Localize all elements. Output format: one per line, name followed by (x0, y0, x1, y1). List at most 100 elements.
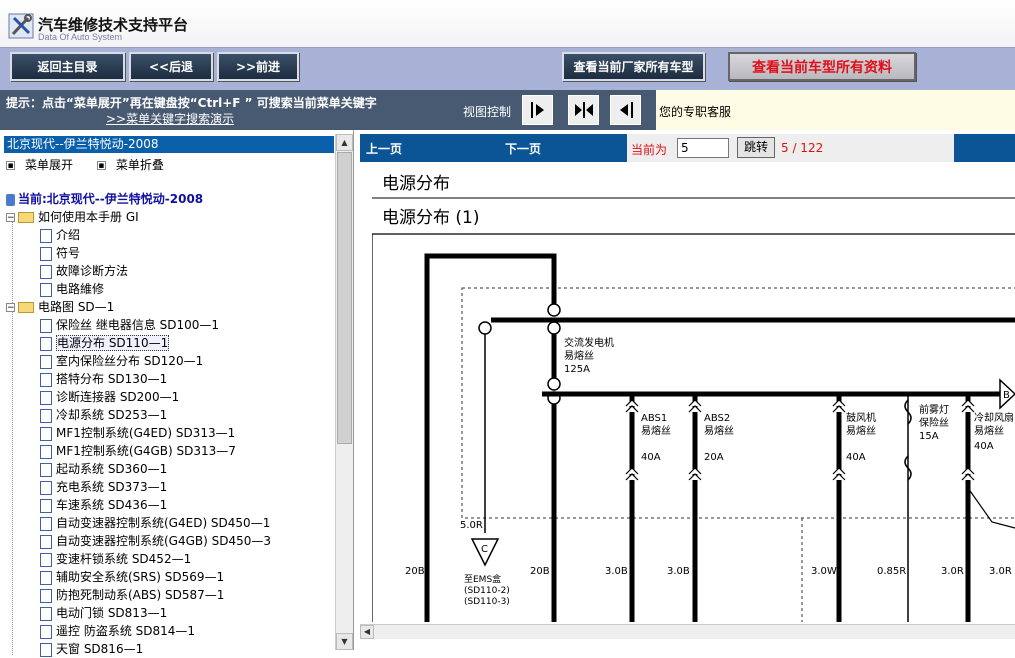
next-page-link[interactable]: 下一页 (505, 140, 541, 157)
tree-item[interactable]: 充电系统 SD373—1 (40, 478, 167, 496)
all-models-button[interactable]: 查看当前厂家所有车型 (562, 52, 705, 81)
tools-logo-icon (8, 13, 34, 39)
fuse-abs1-name: ABS1 (641, 413, 667, 424)
tree-item[interactable]: MF1控制系统(G4GB) SD313—7 (40, 442, 236, 460)
app-header: 汽车维修技术支持平台 Data Of Auto System (0, 0, 1015, 48)
fuse-foglamp-amp: 15A (919, 431, 939, 442)
scroll-left-icon[interactable]: ◀ (360, 625, 374, 639)
page-info: 当前为 5 跳转 5 / 122 (627, 134, 954, 162)
menu-collapse-button[interactable]: ▪ 菜单折叠 (96, 158, 174, 172)
search-hint: 提示：点击“菜单展开”再在键盘按“Ctrl+F ” 可搜索当前菜单关键字 (6, 96, 377, 110)
tree-item[interactable]: MF1控制系统(G4ED) SD313—1 (40, 424, 235, 442)
tree-item[interactable]: 天窗 SD816—1 (40, 640, 143, 658)
fuse-abs2-name: ABS2 (704, 413, 730, 424)
back-button[interactable]: <<后退 (129, 52, 213, 81)
page-number-input[interactable]: 5 (677, 138, 729, 158)
search-demo-link[interactable]: >>菜单关键字搜索演示 (106, 110, 234, 127)
fuse-blower-type: 易熔丝 (846, 424, 876, 437)
scroll-down-icon[interactable]: ▼ (336, 633, 353, 650)
fuse-blower-amp: 40A (846, 452, 866, 463)
document-icon (40, 390, 52, 405)
breadcrumb: 北京现代--伊兰特悦动-2008 (4, 136, 334, 153)
tree-item[interactable]: 室内保险丝分布 SD120—1 (40, 352, 203, 370)
tree-section[interactable]: − 如何使用本手册 GI (6, 208, 139, 226)
fuse-foglamp-name: 前雾灯 (919, 403, 949, 416)
scroll-up-icon[interactable]: ▲ (336, 134, 353, 151)
tree-item[interactable]: 搭特分布 SD130—1 (40, 370, 167, 388)
document-icon (40, 372, 52, 387)
document-icon (40, 282, 52, 297)
expand-icon: ▪ (6, 161, 15, 171)
tree-item[interactable]: 电源分布 SD110—1 (40, 334, 170, 352)
arrow-left-icon (619, 102, 633, 118)
service-panel: 您的专职客服 (656, 90, 1015, 130)
split-view-button[interactable] (568, 95, 599, 125)
car-icon (6, 193, 15, 206)
document-icon (40, 408, 52, 423)
forward-button[interactable]: >>前进 (217, 52, 299, 81)
wire-label: 3.0B (667, 566, 690, 577)
wire-label: 3.0W (811, 566, 837, 577)
tree-item[interactable]: 辅助安全系统(SRS) SD569—1 (40, 568, 224, 586)
home-button[interactable]: 返回主目录 (10, 52, 125, 81)
tree-item[interactable]: 电路維修 (40, 280, 104, 298)
tree-item[interactable]: 符号 (40, 244, 80, 262)
tree-item[interactable]: 遥控 防盗系统 SD814—1 (40, 622, 195, 640)
jump-button[interactable]: 跳转 (737, 137, 775, 158)
prev-page-link[interactable]: 上一页 (366, 140, 402, 157)
fuse-foglamp-type: 保险丝 (919, 416, 949, 429)
alt-fuse-amp: 125A (564, 364, 590, 375)
document-icon (40, 480, 52, 495)
tree-item[interactable]: 诊断连接器 SD200—1 (40, 388, 179, 406)
tree-item[interactable]: 起动系统 SD360—1 (40, 460, 167, 478)
expand-left-button[interactable] (610, 95, 641, 125)
collapse-toggle-icon[interactable]: − (6, 213, 15, 223)
document-icon (40, 354, 52, 369)
wire-label: 20B (405, 566, 425, 577)
ems-label-1: 至EMS盒 (464, 573, 501, 585)
wire-50r-label: 5.0R (460, 520, 483, 531)
fuse-abs2-type: 易熔丝 (704, 424, 734, 437)
all-docs-button[interactable]: 查看当前车型所有资料 (728, 52, 916, 81)
current-page-label: 当前为 (631, 143, 668, 157)
document-icon (40, 444, 52, 459)
expand-right-button[interactable] (522, 95, 553, 125)
tree-item[interactable]: 冷却系统 SD253—1 (40, 406, 167, 424)
document-icon (40, 552, 52, 567)
document-icon (40, 246, 52, 261)
wire-label: 20B (530, 566, 550, 577)
split-arrows-icon (574, 102, 593, 118)
tree-scrollbar[interactable]: ▲ ▼ (335, 134, 353, 650)
tree-section[interactable]: − 电路图 SD—1 (6, 298, 114, 316)
fuse-abs1-amp: 40A (641, 452, 661, 463)
document-icon (40, 498, 52, 513)
tree-item[interactable]: 自动变速器控制系统(G4ED) SD450—1 (40, 514, 270, 532)
tree-item[interactable]: 车速系统 SD436—1 (40, 496, 167, 514)
scroll-thumb[interactable] (337, 152, 352, 444)
document-icon (40, 624, 52, 639)
tree-item[interactable]: 故障诊断方法 (40, 262, 128, 280)
document-icon (40, 606, 52, 621)
wiring-diagram: 电源分布 电源分布 (1) 交流发电机 易熔丝 125A B ABS1 易熔丝 … (372, 174, 1015, 622)
viewer-hscrollbar[interactable]: ◀ (360, 624, 1015, 639)
menu-expand-button[interactable]: ▪ 菜单展开 (6, 158, 83, 172)
collapse-toggle-icon[interactable]: − (6, 303, 15, 313)
connector-b-label: B (1003, 390, 1010, 401)
current-model: 当前:北京现代--伊兰特悦动-2008 (6, 190, 203, 207)
page-count: 5 / 122 (781, 141, 824, 155)
tree-item[interactable]: 变速杆锁系统 SD452—1 (40, 550, 191, 568)
ems-label-2: (SD110-2) (464, 586, 510, 596)
tree-item[interactable]: 自动变速器控制系统(G4GB) SD450—3 (40, 532, 271, 550)
fuse-fan-name: 冷却风扇 (974, 411, 1014, 424)
tree-item[interactable]: 电动门锁 SD813—1 (40, 604, 167, 622)
fuse-fan-type: 易熔丝 (974, 424, 1004, 437)
tree-item[interactable]: 保险丝 继电器信息 SD100—1 (40, 316, 219, 334)
tree-item[interactable]: 介绍 (40, 226, 80, 244)
main-toolbar: 返回主目录 <<后退 >>前进 查看当前厂家所有车型 查看当前车型所有资料 (0, 48, 1015, 91)
document-icon (40, 570, 52, 585)
tree-item[interactable]: 防抱死制动系(ABS) SD587—1 (40, 586, 224, 604)
document-icon (40, 264, 52, 279)
fuse-blower-name: 鼓风机 (846, 411, 876, 424)
document-viewer: 上一页 下一页 当前为 5 跳转 5 / 122 电源分布 电源分布 (1) 交… (360, 134, 1015, 650)
fuse-abs2-amp: 20A (704, 452, 724, 463)
